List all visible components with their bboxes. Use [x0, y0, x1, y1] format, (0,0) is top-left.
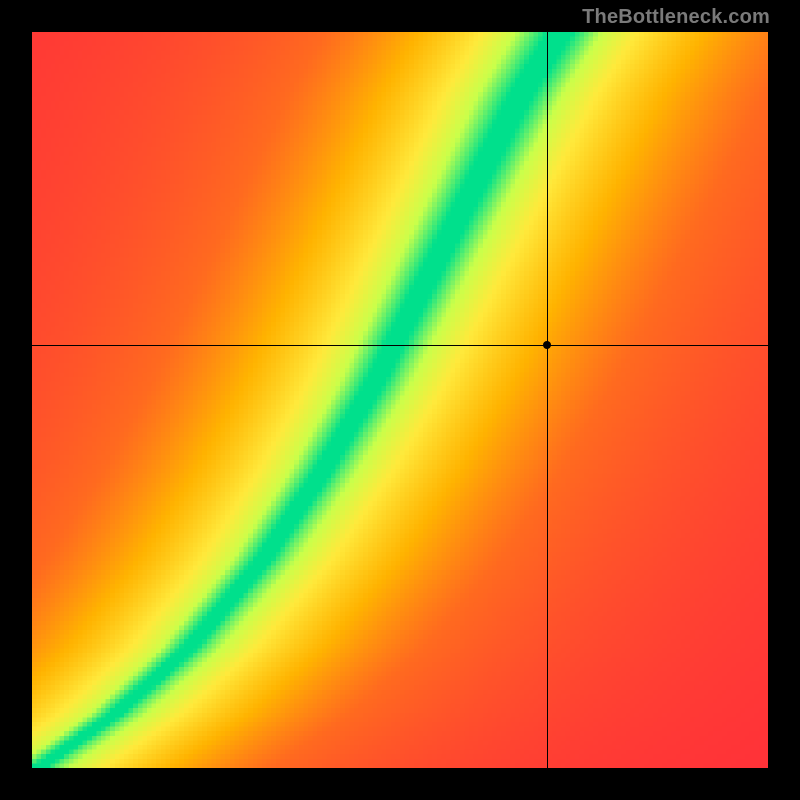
crosshair-dot — [543, 341, 551, 349]
plot-area — [32, 32, 768, 768]
crosshair-horizontal — [32, 345, 768, 346]
watermark-text: TheBottleneck.com — [582, 6, 770, 29]
crosshair-vertical — [547, 32, 548, 768]
heatmap-canvas — [32, 32, 768, 768]
chart-frame: TheBottleneck.com — [0, 0, 800, 800]
